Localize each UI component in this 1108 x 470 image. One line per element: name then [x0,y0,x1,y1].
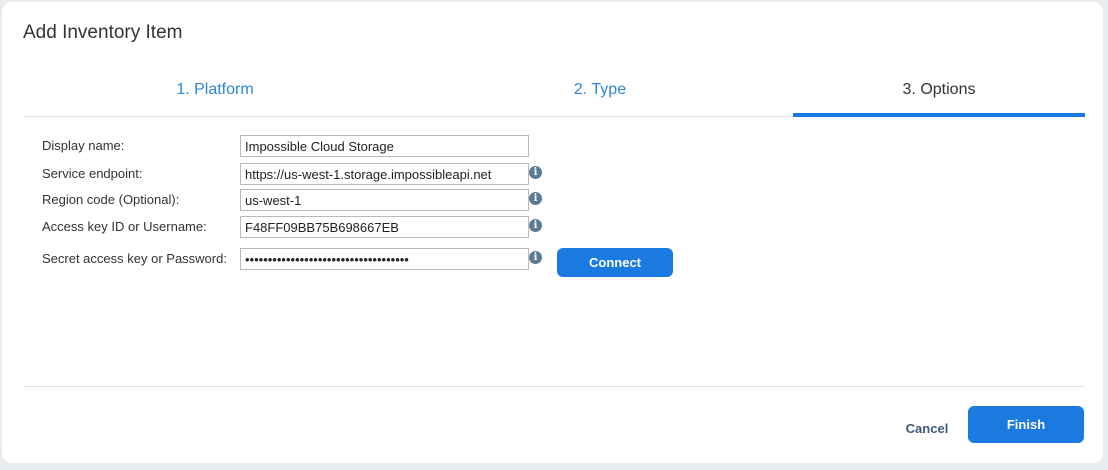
region-code-label: Region code (Optional): [42,192,180,207]
connect-button[interactable]: Connect [557,248,673,277]
display-name-label: Display name: [42,138,125,153]
access-key-label: Access key ID or Username: [42,219,207,234]
info-icon[interactable]: i [529,251,542,264]
secret-key-input[interactable] [240,248,529,270]
info-icon[interactable]: i [529,192,542,205]
cancel-button[interactable]: Cancel [882,416,972,440]
service-endpoint-label: Service endpoint: [42,166,143,181]
wizard-tabs: 1. Platform 2. Type 3. Options [25,72,1085,117]
footer-divider [23,386,1085,387]
display-name-input[interactable] [240,135,529,157]
tab-type[interactable]: 2. Type [405,72,795,116]
info-icon[interactable]: i [529,219,542,232]
secret-key-label: Secret access key or Password: [42,251,227,266]
tab-platform[interactable]: 1. Platform [25,72,405,116]
service-endpoint-input[interactable] [240,163,529,185]
dialog-title: Add Inventory Item [23,22,183,43]
info-icon[interactable]: i [529,166,542,179]
add-inventory-dialog: Add Inventory Item 1. Platform 2. Type 3… [2,2,1103,463]
access-key-input[interactable] [240,216,529,238]
tab-options[interactable]: 3. Options [793,72,1085,117]
finish-button[interactable]: Finish [968,406,1084,443]
region-code-input[interactable] [240,189,529,211]
